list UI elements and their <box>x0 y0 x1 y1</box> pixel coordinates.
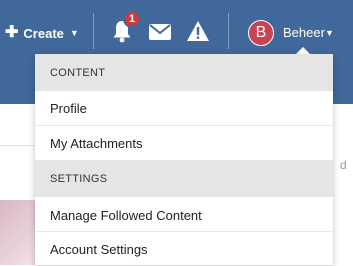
divider <box>228 13 229 49</box>
section-header-content: CONTENT <box>35 54 333 91</box>
messages-button[interactable] <box>149 24 171 45</box>
plus-icon: ✚ <box>5 24 19 41</box>
envelope-icon <box>149 24 171 40</box>
warning-icon <box>187 21 209 41</box>
banner-image <box>0 200 36 265</box>
create-label: Create <box>23 25 64 41</box>
section-header-settings: SETTINGS <box>35 160 333 197</box>
menu-item-manage-followed-content[interactable]: Manage Followed Content <box>35 198 333 232</box>
user-name[interactable]: Beheer <box>283 25 325 40</box>
menu-item-account-settings[interactable]: Account Settings <box>35 232 333 266</box>
divider <box>93 13 94 49</box>
user-dropdown-menu: CONTENT Profile My Attachments SETTINGS … <box>35 54 333 265</box>
notification-badge: 1 <box>123 10 141 28</box>
menu-item-my-attachments[interactable]: My Attachments <box>35 126 333 160</box>
menu-item-profile[interactable]: Profile <box>35 91 333 125</box>
create-button[interactable]: ✚ Create ▼ <box>5 23 79 43</box>
caret-down-icon: ▼ <box>69 28 79 38</box>
alerts-button[interactable] <box>187 21 209 46</box>
caret-down-icon[interactable]: ▼ <box>325 28 334 38</box>
page-content-edge <box>333 104 353 265</box>
avatar[interactable]: B <box>248 20 274 46</box>
partial-text: d <box>340 158 347 172</box>
